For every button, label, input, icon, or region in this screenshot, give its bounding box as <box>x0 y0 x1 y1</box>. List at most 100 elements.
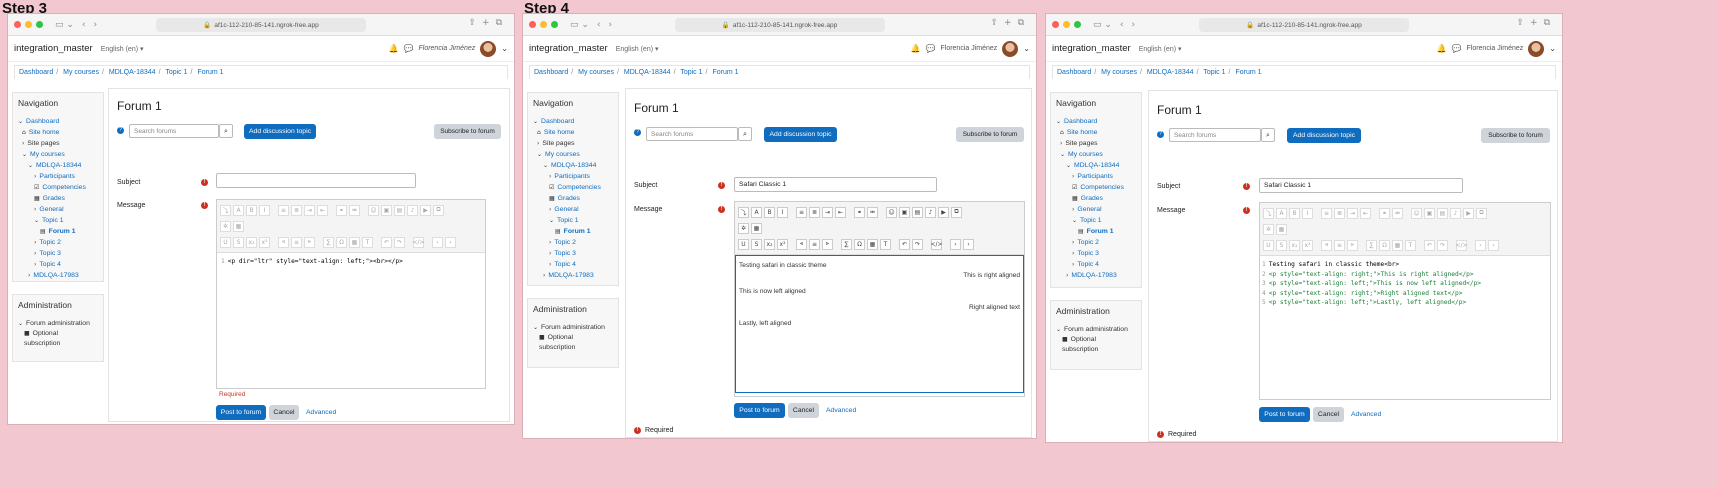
nav-my-courses[interactable]: ⌄ My courses <box>533 149 613 160</box>
bold-icon[interactable]: B <box>764 206 775 218</box>
breadcrumb-item[interactable]: Forum 1 <box>712 69 738 76</box>
accessibility-icon[interactable]: ✲ <box>1263 223 1274 235</box>
nav-general[interactable]: › General <box>18 204 98 215</box>
nav-site-pages[interactable]: › Site pages <box>18 138 98 149</box>
table-icon[interactable]: ▦ <box>1276 223 1287 235</box>
message-editor[interactable]: ⤵ A B I ≡ ≣ ⇥ ⇤ ⚭ ⚮ ☺ ▣ ▤ ♪ ▶ ⧉ ✲ ▦ U Sx₂ x² ⫷ ≡ ⫸ ∑ Ω ▦ T ↶ ↷ </> › ‹… <box>734 201 1025 397</box>
subscript-icon[interactable]: x₂ <box>764 238 775 250</box>
italic-icon[interactable]: I <box>1302 207 1313 219</box>
breadcrumb-item[interactable]: MDLQA-18344 <box>1147 69 1194 76</box>
share-newtab-tabs-icons[interactable]: ⇪+⧉ <box>468 18 508 28</box>
cancel-button[interactable]: Cancel <box>1313 407 1344 422</box>
copy-icon[interactable]: ⧉ <box>951 206 962 218</box>
collapse-icon[interactable]: ⤵ <box>738 206 749 218</box>
user-name[interactable]: Florencia Jiménez <box>940 45 997 52</box>
site-name[interactable]: integration_master <box>529 43 608 54</box>
breadcrumb-item[interactable]: MDLQA-18344 <box>624 69 671 76</box>
video-icon[interactable]: ▶ <box>1463 207 1474 219</box>
forward-icon[interactable]: › <box>1132 20 1136 30</box>
language-menu[interactable]: English (en) ▾ <box>616 45 659 53</box>
redo-icon[interactable]: ↷ <box>912 238 923 250</box>
prev-icon[interactable]: › <box>432 236 443 248</box>
style-icon[interactable]: A <box>1276 207 1287 219</box>
character-icon[interactable]: Ω <box>336 236 347 248</box>
nav-general[interactable]: › General <box>533 204 613 215</box>
sidebar-toggle-icon[interactable]: ▭ ⌄ <box>1093 20 1112 30</box>
search-icon[interactable]: ⌕ <box>738 127 752 141</box>
subject-field[interactable]: Safari Classic 1 <box>1259 178 1463 193</box>
messages-icon[interactable]: 💬 <box>1452 44 1462 53</box>
strikethrough-icon[interactable]: S <box>751 238 762 250</box>
nav-topic-3[interactable]: › Topic 3 <box>18 248 98 259</box>
video-icon[interactable]: ▶ <box>938 206 949 218</box>
subject-field[interactable] <box>216 173 416 188</box>
html-icon[interactable]: </> <box>1455 239 1468 251</box>
collapse-icon[interactable]: ⤵ <box>220 204 231 216</box>
site-name[interactable]: integration_master <box>1052 43 1131 54</box>
forum-administration[interactable]: ⌄ Forum administration <box>18 318 98 329</box>
outdent-icon[interactable]: ⇤ <box>1360 207 1371 219</box>
nav-site-pages[interactable]: › Site pages <box>533 138 613 149</box>
link-icon[interactable]: ⚭ <box>854 206 865 218</box>
nav-other-course[interactable]: › MDLQA-17983 <box>533 270 613 281</box>
zoom-window-button[interactable] <box>551 21 558 28</box>
cancel-button[interactable]: Cancel <box>269 405 299 420</box>
nav-topic-2[interactable]: › Topic 2 <box>533 237 613 248</box>
nav-forum-1[interactable]: ▤ Forum 1 <box>533 226 613 237</box>
bullet-list-icon[interactable]: ≡ <box>796 206 807 218</box>
align-right-icon[interactable]: ⫸ <box>1347 239 1358 251</box>
notification-bell-icon[interactable]: 🔔 <box>911 44 921 53</box>
help-icon[interactable]: ? <box>117 127 124 134</box>
emoji-icon[interactable]: ☺ <box>886 206 897 218</box>
undo-icon[interactable]: ↶ <box>381 236 392 248</box>
optional-subscription[interactable]: ■ Optional subscription <box>1056 335 1116 355</box>
search-icon[interactable]: ⌕ <box>219 124 233 138</box>
search-input[interactable]: Search forums <box>1169 128 1261 142</box>
nav-forum-1[interactable]: ▤ Forum 1 <box>18 226 98 237</box>
html-icon[interactable]: </> <box>412 236 425 248</box>
wysiwyg-area[interactable]: Testing safari in classic theme This is … <box>735 255 1024 393</box>
undo-icon[interactable]: ↶ <box>1424 239 1435 251</box>
nav-participants[interactable]: › Participants <box>1056 171 1136 182</box>
indent-icon[interactable]: ⇥ <box>1347 207 1358 219</box>
language-menu[interactable]: English (en) ▾ <box>1139 45 1182 53</box>
copy-icon[interactable]: ⧉ <box>433 204 444 216</box>
breadcrumb-item[interactable]: MDLQA-18344 <box>109 69 156 76</box>
nav-dashboard[interactable]: ⌄ Dashboard <box>1056 116 1136 127</box>
nav-my-courses[interactable]: ⌄ My courses <box>1056 149 1136 160</box>
message-editor[interactable]: ⤵ A B I ≡ ≣ ⇥ ⇤ ⚭ ⚮ ☺ ▣ ▤ ♪ ▶ ⧉ ✲ ▦ U Sx₂ x² ⫷ ≡ ⫸ ∑ Ω ▦ T ↶ ↷ </> › ‹… <box>216 199 486 389</box>
chevron-down-icon[interactable]: ⌄ <box>1023 44 1030 53</box>
post-to-forum-button[interactable]: Post to forum <box>734 403 785 418</box>
redo-icon[interactable]: ↷ <box>394 236 405 248</box>
link-icon[interactable]: ⚭ <box>336 204 347 216</box>
clear-format-icon[interactable]: T <box>362 236 373 248</box>
nav-topic-1[interactable]: ⌄ Topic 1 <box>18 215 98 226</box>
breadcrumb-item[interactable]: Dashboard <box>534 69 568 76</box>
align-left-icon[interactable]: ⫷ <box>278 236 289 248</box>
align-left-icon[interactable]: ⫷ <box>796 238 807 250</box>
undo-icon[interactable]: ↶ <box>899 238 910 250</box>
video-icon[interactable]: ▶ <box>420 204 431 216</box>
notification-bell-icon[interactable]: 🔔 <box>1437 44 1447 53</box>
search-input[interactable]: Search forums <box>129 124 219 138</box>
bullet-list-icon[interactable]: ≡ <box>278 204 289 216</box>
nav-topic-3[interactable]: › Topic 3 <box>1056 248 1136 259</box>
advanced-link[interactable]: Advanced <box>826 407 856 414</box>
advanced-link[interactable]: Advanced <box>1351 411 1381 418</box>
media-icon[interactable]: ▤ <box>1437 207 1448 219</box>
chevron-down-icon[interactable]: ⌄ <box>1549 44 1556 53</box>
media-icon[interactable]: ▤ <box>912 206 923 218</box>
prev-icon[interactable]: › <box>950 238 961 250</box>
copy-icon[interactable]: ⧉ <box>1476 207 1487 219</box>
search-icon[interactable]: ⌕ <box>1261 128 1275 142</box>
nav-general[interactable]: › General <box>1056 204 1136 215</box>
bold-icon[interactable]: B <box>246 204 257 216</box>
nav-topic-3[interactable]: › Topic 3 <box>533 248 613 259</box>
nav-site-pages[interactable]: › Site pages <box>1056 138 1136 149</box>
image-icon[interactable]: ▣ <box>899 206 910 218</box>
nav-competencies[interactable]: ☑ Competencies <box>533 182 613 193</box>
nav-dashboard[interactable]: ⌄ Dashboard <box>533 116 613 127</box>
help-icon[interactable]: ? <box>634 129 641 136</box>
search-input[interactable]: Search forums <box>646 127 738 141</box>
user-name[interactable]: Florencia Jiménez <box>418 45 475 52</box>
